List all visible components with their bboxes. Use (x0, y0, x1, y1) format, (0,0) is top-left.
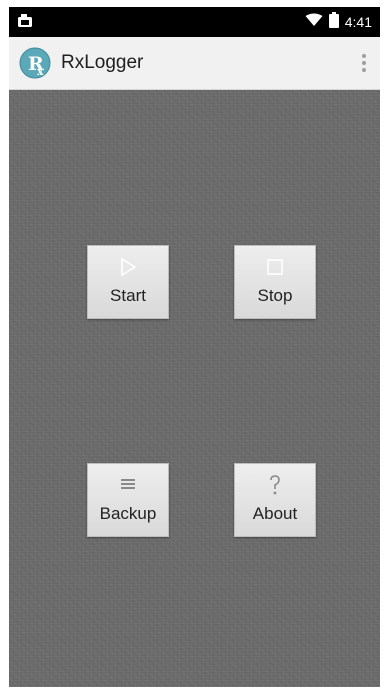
start-button[interactable]: Start (87, 245, 169, 319)
svg-text:x: x (37, 65, 44, 78)
main-content: Start Stop Backup About (9, 90, 380, 687)
stop-label: Stop (257, 286, 293, 305)
status-time: 4:41 (344, 14, 372, 30)
about-label: About (252, 504, 298, 523)
app-title: RxLogger (61, 52, 144, 73)
about-button[interactable]: About (234, 463, 316, 537)
play-icon (88, 256, 168, 278)
list-icon (88, 474, 168, 496)
rx-logo-icon: R x (19, 47, 51, 79)
phone-screen: 4:41 R x RxLogger Start Stop Backup Abou… (9, 7, 380, 687)
backup-button[interactable]: Backup (87, 463, 169, 537)
status-bar: 4:41 (9, 7, 380, 37)
stop-icon (235, 256, 315, 278)
overflow-menu-icon[interactable] (354, 47, 374, 79)
question-icon (235, 474, 315, 496)
stop-button[interactable]: Stop (234, 245, 316, 319)
wifi-icon (305, 13, 323, 32)
status-icons: 4:41 (305, 11, 372, 33)
backup-label: Backup (99, 504, 157, 523)
app-bar: R x RxLogger (9, 37, 380, 90)
start-label: Start (110, 286, 146, 305)
battery-icon (328, 11, 339, 33)
screenshot-notification-icon (17, 13, 33, 29)
